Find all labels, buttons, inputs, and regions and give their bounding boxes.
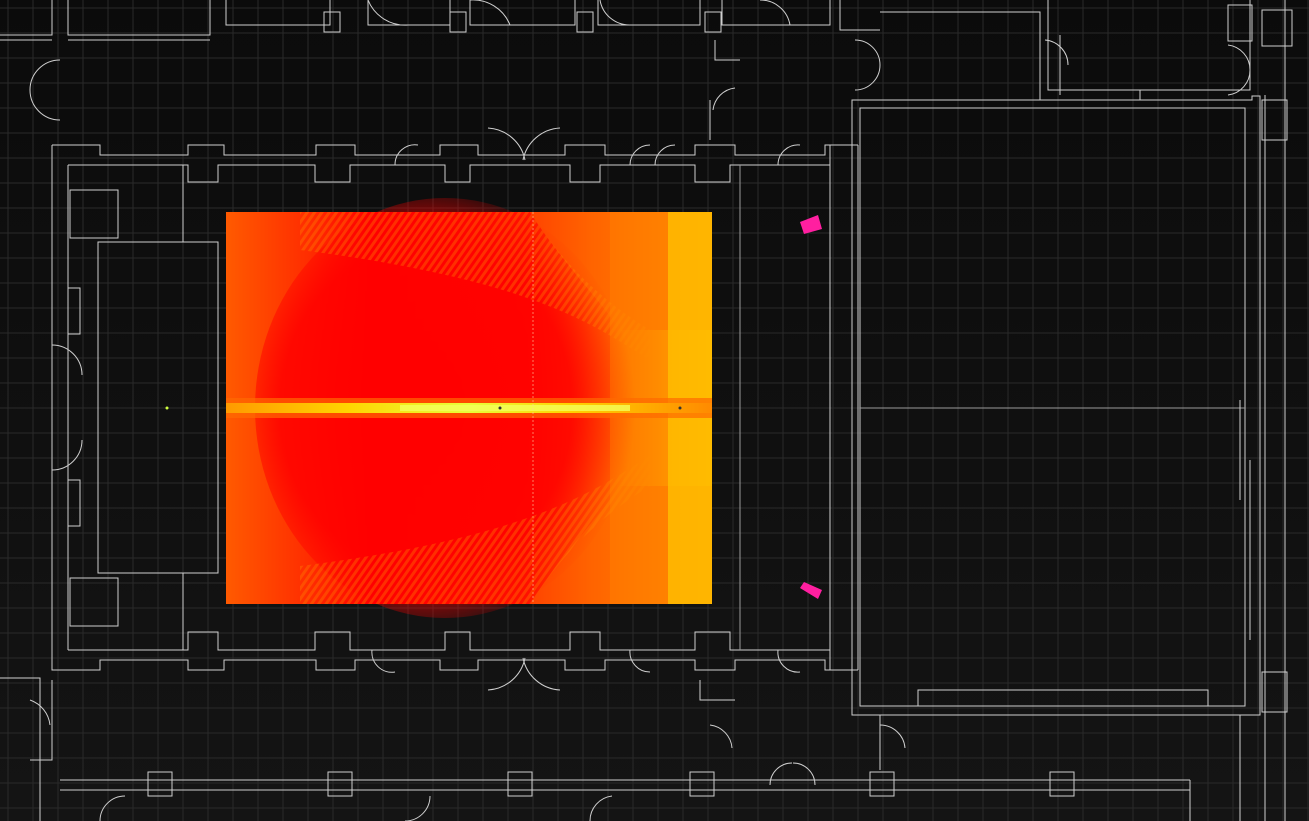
plan-viewport[interactable] [0, 0, 1309, 821]
speaker-1-icon[interactable] [800, 215, 822, 234]
speaker-2-icon[interactable] [800, 582, 822, 599]
coverage-heatmap[interactable] [165, 198, 713, 618]
speaker-markers[interactable] [800, 215, 822, 599]
floor-plan-canvas[interactable] [0, 0, 1309, 821]
